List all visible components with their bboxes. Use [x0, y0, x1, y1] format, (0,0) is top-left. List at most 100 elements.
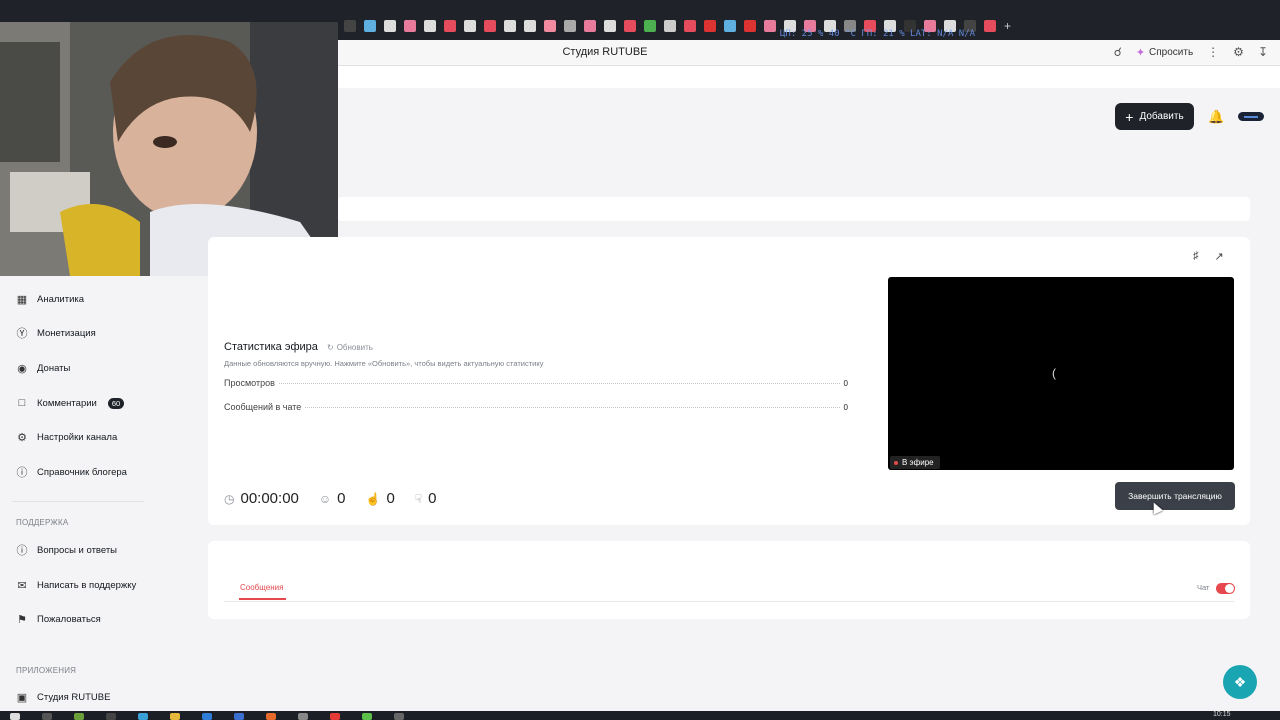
ask-button[interactable]: ✦ Спросить — [1136, 46, 1193, 59]
viewers-count: 0 — [337, 490, 346, 507]
tab-icon[interactable] — [624, 20, 636, 32]
new-tab-icon[interactable]: + — [1004, 20, 1016, 32]
taskbar-app-icon[interactable] — [170, 713, 180, 720]
support-section-title: ПОДДЕРЖКА — [16, 518, 69, 527]
taskbar-app-icon[interactable] — [298, 713, 308, 720]
tab-icon[interactable] — [344, 20, 356, 32]
end-stream-button[interactable]: Завершить трансляцию — [1115, 482, 1235, 510]
plus-icon: + — [1125, 108, 1134, 125]
tab-icon[interactable] — [564, 20, 576, 32]
taskbar-app-icon[interactable] — [202, 713, 212, 720]
flag-icon: ⚑ — [17, 613, 27, 626]
stat-row-chat-messages: Сообщений в чате 0 — [224, 402, 848, 412]
stat-value: 0 — [843, 403, 848, 412]
tab-icon[interactable] — [724, 20, 736, 32]
likes-count: 0 — [386, 490, 395, 507]
tab-icon[interactable] — [544, 20, 556, 32]
bell-icon[interactable]: 🔔 — [1208, 109, 1224, 125]
comments-count-badge: 60 — [107, 397, 125, 409]
taskbar-app-icon[interactable] — [106, 713, 116, 720]
tab-icon[interactable] — [984, 20, 996, 32]
start-icon[interactable] — [10, 713, 20, 720]
tab-icon[interactable] — [464, 20, 476, 32]
help-chat-button[interactable]: ❖ — [1223, 665, 1257, 699]
more-icon[interactable]: ⋮ — [1207, 45, 1219, 59]
sidebar-divider — [12, 501, 144, 502]
chat-card — [208, 541, 1250, 619]
sidebar-item-label: Монетизация — [37, 327, 96, 339]
sidebar-item-analytics[interactable]: ▦ Аналитика — [16, 289, 84, 309]
tab-icon[interactable] — [744, 20, 756, 32]
sidebar-item-donations[interactable]: ◉ Донаты — [16, 358, 70, 378]
loading-spinner-icon: ( — [1052, 366, 1056, 380]
coin-icon: Ⓨ — [16, 328, 28, 340]
info-icon: ⓘ — [16, 467, 28, 479]
mail-icon: ✉ — [17, 579, 27, 592]
sidebar-item-monetization[interactable]: Ⓨ Монетизация — [16, 323, 96, 343]
tab-icon[interactable] — [644, 20, 656, 32]
tab-icon[interactable] — [504, 20, 516, 32]
extensions-icon[interactable]: ⚙ — [1233, 45, 1244, 59]
sidebar-item-blogger-guide[interactable]: ⓘ Справочник блогера — [16, 462, 127, 482]
tab-icon[interactable] — [484, 20, 496, 32]
taskbar-app-icon[interactable] — [330, 713, 340, 720]
dislikes-count: 0 — [428, 490, 437, 507]
tab-icon[interactable] — [764, 20, 776, 32]
sidebar-item-label: Студия RUTUBE — [37, 691, 111, 703]
sidebar-item-label: Справочник блогера — [37, 466, 127, 478]
taskbar-app-icon[interactable] — [362, 713, 372, 720]
viewer-icon: ☺ — [318, 491, 332, 506]
tab-icon[interactable] — [424, 20, 436, 32]
search-icon[interactable] — [42, 713, 52, 720]
tab-icon[interactable] — [444, 20, 456, 32]
tab-icon[interactable] — [684, 20, 696, 32]
sidebar-item-report[interactable]: ⚑ Пожаловаться — [16, 609, 101, 629]
info-strip — [338, 197, 1250, 221]
sidebar-item-faq[interactable]: ⓘ Вопросы и ответы — [16, 540, 118, 560]
tab-icon[interactable] — [664, 20, 676, 32]
bar-chart-icon: ▦ — [16, 293, 28, 306]
download-icon[interactable]: ↧ — [1258, 45, 1268, 59]
stream-metrics: ◷ 00:00:00 ☺ 0 ☝ 0 ☟ 0 — [224, 490, 456, 507]
sidebar-item-label: Пожаловаться — [37, 613, 101, 625]
stat-label: Сообщений в чате — [224, 402, 302, 412]
taskbar-app-icon[interactable] — [138, 713, 148, 720]
tab-icon[interactable] — [364, 20, 376, 32]
sidebar-item-contact-support[interactable]: ✉ Написать в поддержку — [16, 575, 136, 595]
refresh-button[interactable]: ↻ Обновить — [327, 343, 373, 352]
tab-icon[interactable] — [404, 20, 416, 32]
studio-icon: ▣ — [16, 691, 28, 704]
tab-icon[interactable] — [384, 20, 396, 32]
tab-icon[interactable] — [524, 20, 536, 32]
tab-icon[interactable] — [604, 20, 616, 32]
video-player[interactable] — [888, 277, 1234, 470]
tab-messages[interactable]: Сообщения — [240, 583, 283, 592]
sidebar-item-label: Донаты — [37, 362, 71, 374]
stream-timer: 00:00:00 — [240, 490, 299, 507]
tab-icon[interactable] — [704, 20, 716, 32]
taskbar-app-icon[interactable] — [266, 713, 276, 720]
apps-section-title: ПРИЛОЖЕНИЯ — [16, 666, 77, 675]
taskbar-app-icon[interactable] — [234, 713, 244, 720]
refresh-icon: ↻ — [327, 343, 334, 352]
sidebar-item-channel-settings[interactable]: ⚙ Настройки канала — [16, 427, 117, 447]
taskbar-app-icon[interactable] — [394, 713, 404, 720]
dislikes-metric: ☟ 0 — [415, 490, 437, 507]
taskbar-app-icon[interactable] — [74, 713, 84, 720]
likes-metric: ☝ 0 — [365, 490, 394, 507]
stat-leader — [305, 407, 840, 408]
share-icon[interactable]: ♯ — [1193, 250, 1199, 263]
chat-divider — [224, 601, 1234, 602]
chat-toggle[interactable] — [1216, 583, 1235, 594]
sidebar-item-label: Вопросы и ответы — [37, 544, 118, 556]
sidebar-item-studio-app[interactable]: ▣ Студия RUTUBE — [16, 687, 111, 707]
refresh-label: Обновить — [336, 343, 373, 352]
external-link-icon[interactable]: ↗ — [1215, 250, 1224, 263]
gear-icon: ⚙ — [17, 431, 27, 444]
avatar[interactable] — [1238, 112, 1264, 121]
sidebar-item-comments[interactable]: □ Комментарии 60 — [16, 393, 125, 413]
tab-icon[interactable] — [584, 20, 596, 32]
add-button[interactable]: + Добавить — [1115, 103, 1194, 130]
chat-bubble-icon: ❖ — [1233, 673, 1247, 690]
bookmark-icon[interactable]: ☌ — [1114, 45, 1122, 59]
